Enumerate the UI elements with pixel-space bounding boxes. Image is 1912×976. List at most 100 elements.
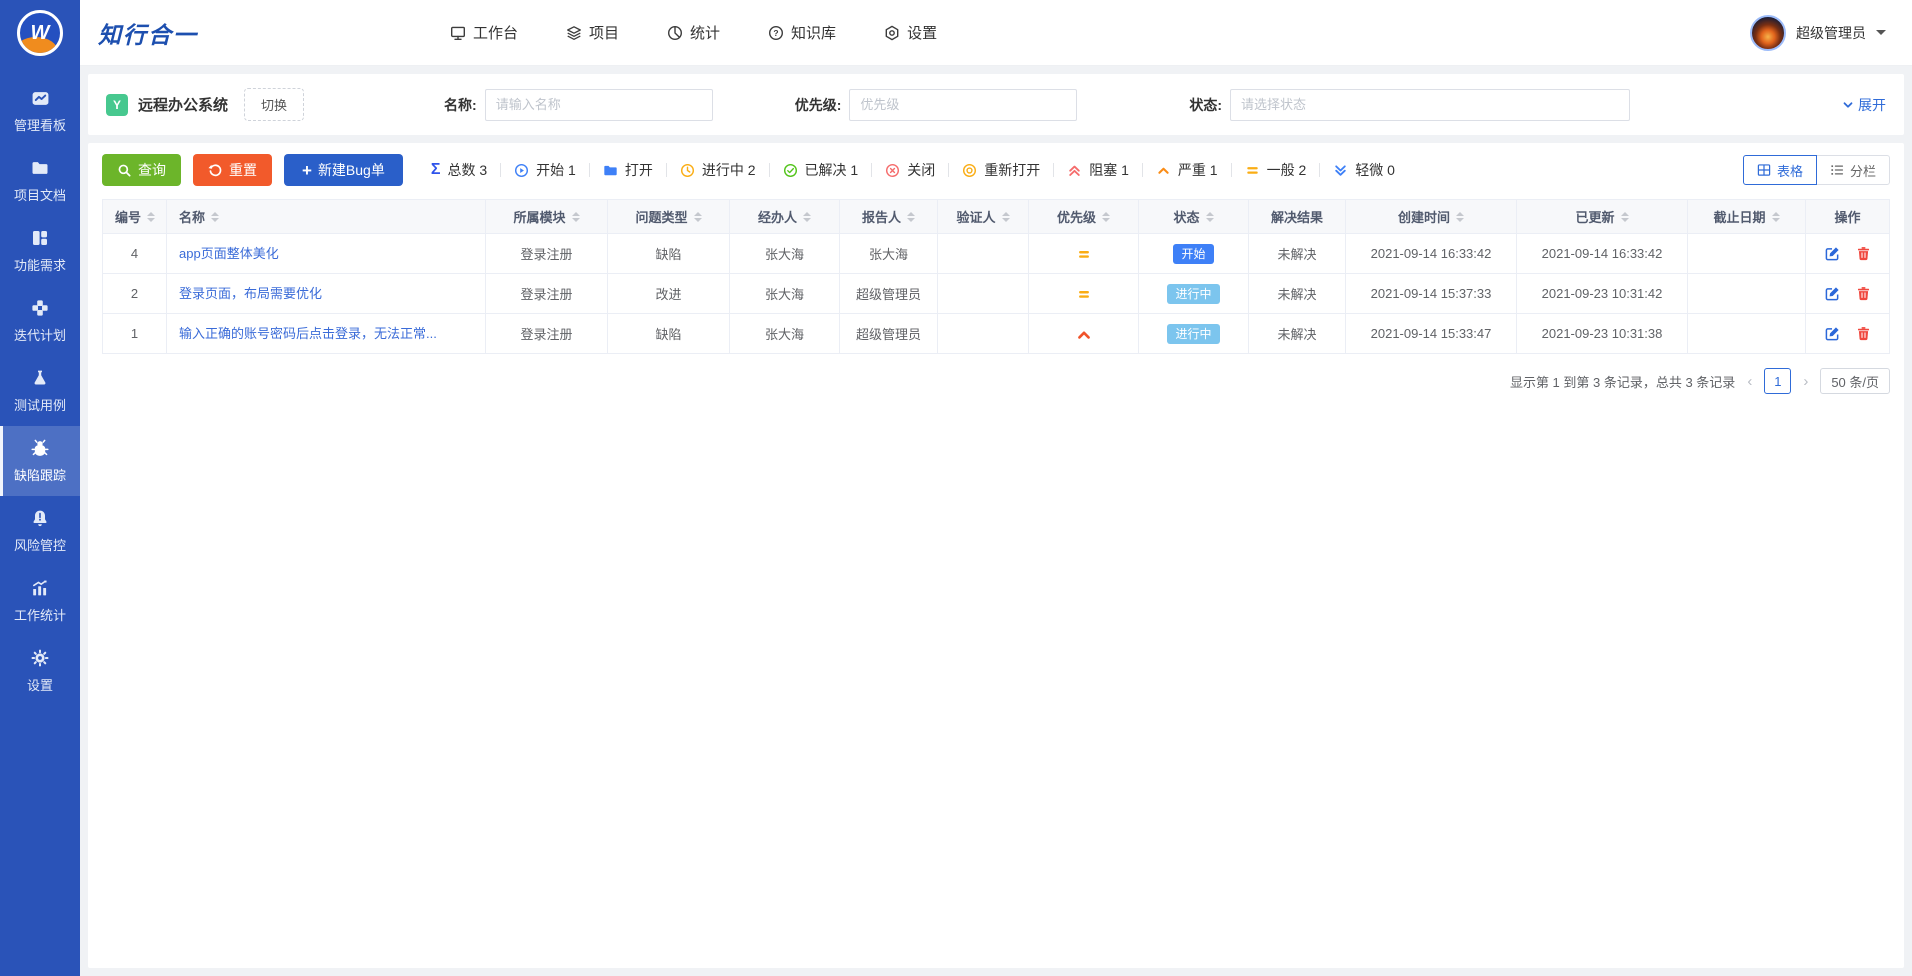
bug-title-link[interactable]: 登录页面，布局需要优化	[179, 283, 322, 302]
stat-blocked: 阻塞 1	[1067, 160, 1129, 180]
bug-title-link[interactable]: app页面整体美化	[179, 243, 279, 262]
stat-resolved: 已解决 1	[783, 160, 859, 180]
sort-icon	[1205, 211, 1214, 222]
page-number[interactable]: 1	[1764, 368, 1792, 394]
dashboard-icon	[31, 89, 50, 108]
pagination-summary: 显示第 1 到第 3 条记录，总共 3 条记录	[1509, 374, 1736, 390]
sidebar-item-testcases[interactable]: 测试用例	[0, 356, 80, 426]
trash-icon[interactable]	[1856, 246, 1871, 261]
edit-icon[interactable]	[1825, 246, 1840, 261]
modules-icon	[31, 229, 49, 248]
stat-label: 一般 2	[1266, 162, 1307, 178]
search-icon	[117, 163, 132, 178]
col-header-created[interactable]: 创建时间	[1345, 199, 1517, 234]
reset-button[interactable]: 重置	[193, 154, 272, 186]
content-panel: 查询 重置 + 新建Bug单 Σ 总数 3 开始 1 打开 进行中 2 已解决 …	[88, 143, 1904, 968]
stat-label: 已解决 1	[804, 162, 859, 178]
plus-icon: +	[302, 160, 312, 180]
col-header-module[interactable]: 所属模块	[485, 199, 608, 234]
col-header-due[interactable]: 截止日期	[1687, 199, 1806, 234]
stat-total: Σ 总数 3	[431, 160, 487, 180]
cell-verifier	[937, 273, 1029, 314]
col-header-updated[interactable]: 已更新	[1516, 199, 1688, 234]
divider	[1230, 163, 1232, 177]
col-header-priority[interactable]: 优先级	[1028, 199, 1139, 234]
name-filter-input[interactable]	[484, 88, 713, 121]
col-header-reporter[interactable]: 报告人	[839, 199, 938, 234]
sidebar-item-requirements[interactable]: 功能需求	[0, 216, 80, 286]
edit-icon[interactable]	[1825, 286, 1840, 301]
trash-icon[interactable]	[1856, 286, 1871, 301]
divider	[1053, 163, 1055, 177]
stat-label: 进行中 2	[701, 162, 756, 178]
stat-reopened: 重新打开	[962, 160, 1040, 180]
col-header-verifier[interactable]: 验证人	[937, 199, 1029, 234]
stat-label: 总数 3	[447, 162, 488, 178]
cell-module: 登录注册	[485, 273, 608, 314]
nav-label: 项目	[589, 25, 620, 42]
stat-label: 轻微 0	[1355, 162, 1395, 178]
sidebar-item-settings[interactable]: 设置	[0, 636, 80, 706]
sidebar-item-label: 迭代计划	[13, 327, 66, 343]
expand-filters-link[interactable]: 展开	[1842, 95, 1886, 115]
brand-name[interactable]: 知行合一	[98, 16, 198, 50]
sidebar-item-risks[interactable]: 风险管控	[0, 496, 80, 566]
gear-icon	[31, 649, 49, 668]
col-header-name[interactable]: 名称	[166, 199, 486, 234]
divider	[500, 163, 502, 177]
view-columns-button[interactable]: 分栏	[1815, 155, 1890, 185]
prev-page-arrow[interactable]: ‹	[1745, 373, 1754, 390]
expand-label: 展开	[1858, 96, 1886, 113]
next-page-arrow[interactable]: ›	[1801, 373, 1810, 390]
logo-letter: W	[30, 21, 50, 44]
col-header-assignee[interactable]: 经办人	[729, 199, 840, 234]
trash-icon[interactable]	[1856, 326, 1871, 341]
monitor-icon	[450, 25, 466, 41]
create-bug-button[interactable]: + 新建Bug单	[284, 154, 403, 186]
nav-projects[interactable]: 项目	[566, 22, 619, 43]
search-button[interactable]: 查询	[102, 154, 181, 186]
sidebar-item-dashboard[interactable]: 管理看板	[0, 76, 80, 146]
app-logo[interactable]: W	[0, 0, 80, 66]
filter-panel: Y 远程办公系统 切换 名称: 优先级: 状态:	[88, 74, 1904, 135]
nav-workbench[interactable]: 工作台	[450, 22, 518, 43]
edit-icon[interactable]	[1825, 326, 1840, 341]
user-name: 超级管理员	[1796, 24, 1866, 41]
bug-title-link[interactable]: 输入正确的账号密码后点击登录，无法正常...	[179, 323, 437, 342]
user-menu[interactable]: 超级管理员	[1750, 14, 1886, 51]
reset-button-label: 重置	[229, 162, 257, 178]
view-table-button[interactable]: 表格	[1742, 155, 1817, 185]
priority-filter-input[interactable]	[849, 88, 1078, 121]
filter-fields: 名称: 优先级: 状态: 展开	[444, 88, 1886, 121]
cell-resolution: 未解决	[1248, 233, 1346, 274]
status-filter-input[interactable]	[1230, 88, 1631, 121]
sidebar-item-iterations[interactable]: 迭代计划	[0, 286, 80, 356]
sidebar-item-bugs[interactable]: 缺陷跟踪	[0, 426, 80, 496]
bug-table: 编号 名称 所属模块 问题类型 经办人 报告人 验证人 优先级 状态 解决结果 …	[102, 199, 1890, 354]
switch-project-button[interactable]: 切换	[244, 88, 305, 121]
cell-id: 2	[102, 273, 167, 314]
stat-minor: 轻微 0	[1333, 160, 1395, 180]
cell-id: 1	[102, 313, 167, 354]
nav-settings[interactable]: 设置	[884, 22, 937, 43]
sidebar-item-docs[interactable]: 项目文档	[0, 146, 80, 216]
nav-knowledge-base[interactable]: ? 知识库	[768, 22, 836, 43]
nav-label: 设置	[907, 25, 938, 42]
col-header-type[interactable]: 问题类型	[607, 199, 730, 234]
close-circle-icon	[885, 163, 900, 178]
nav-statistics[interactable]: 统计	[667, 22, 720, 43]
table-grid-icon	[1757, 163, 1771, 177]
col-header-id[interactable]: 编号	[102, 199, 167, 234]
divider	[871, 163, 873, 177]
page-size-select[interactable]: 50 条/页	[1820, 368, 1890, 394]
double-chevron-down-icon	[1333, 163, 1348, 178]
divider	[948, 163, 950, 177]
cell-created: 2021-09-14 15:33:47	[1345, 313, 1517, 354]
equals-icon	[1245, 163, 1260, 178]
cell-due	[1687, 313, 1806, 354]
col-header-status[interactable]: 状态	[1138, 199, 1249, 234]
divider	[1319, 163, 1321, 177]
sidebar-item-work-stats[interactable]: 工作统计	[0, 566, 80, 636]
cell-updated: 2021-09-23 10:31:42	[1516, 273, 1688, 314]
filter-group-status: 状态:	[1189, 88, 1631, 121]
